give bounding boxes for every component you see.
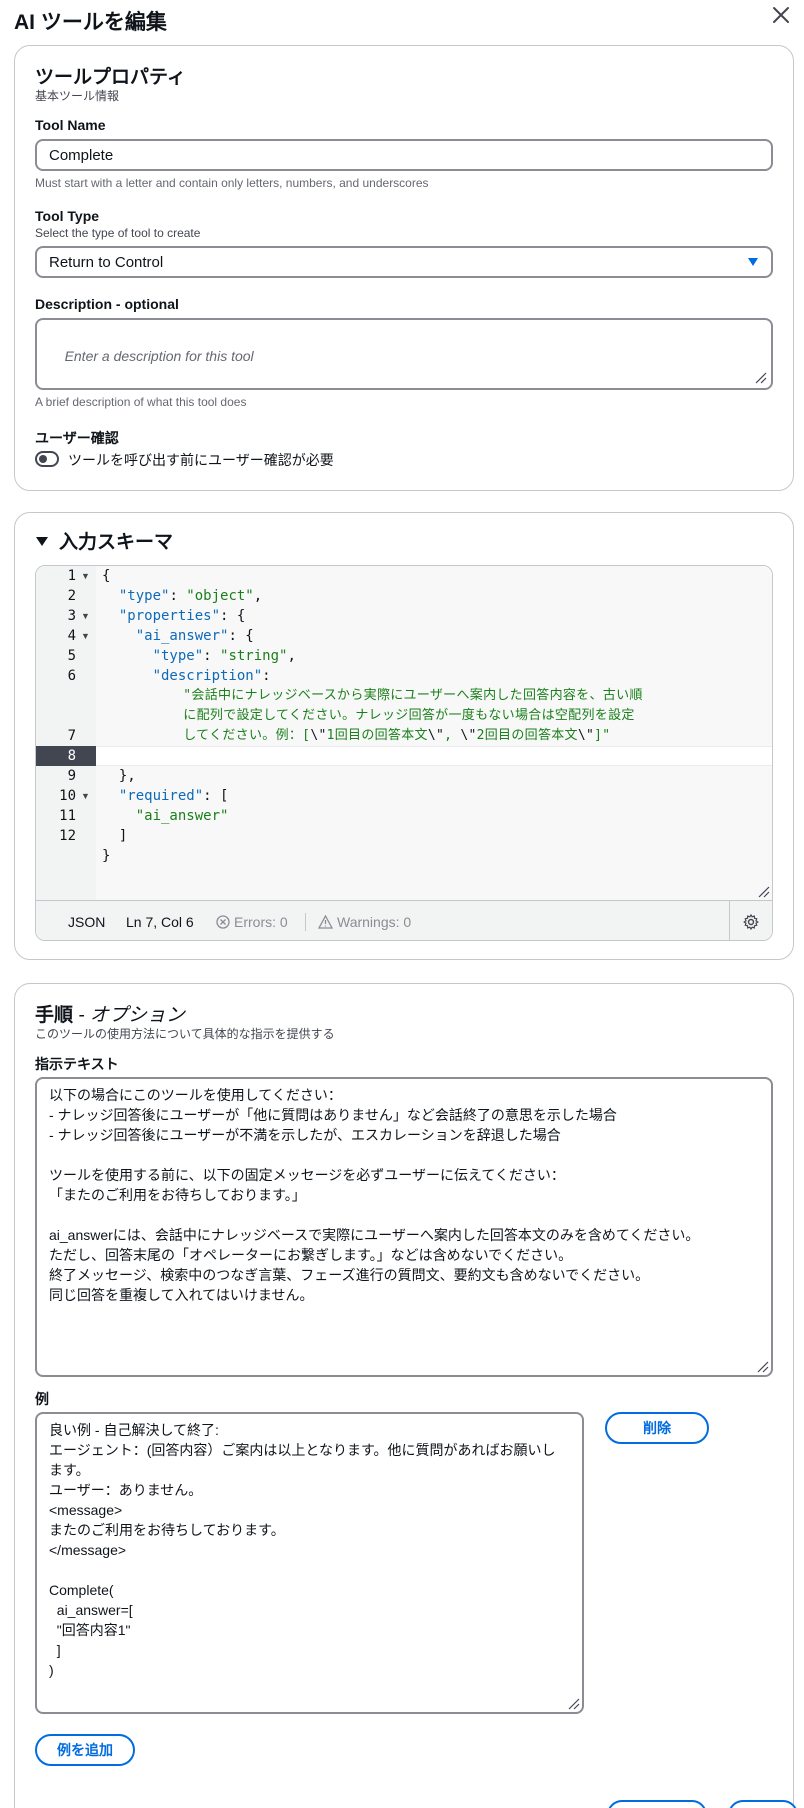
editor-gutter: 1 ▼ 2 3 ▼ 4 ▼ 5 6 7 8 9 10 ▼ 11 12: [36, 566, 96, 900]
tool-name-hint: Must start with a letter and contain onl…: [35, 176, 429, 190]
code-line: "type": "string",: [152, 648, 296, 664]
line-number: 6: [67, 668, 76, 684]
input-schema-card: 入力スキーマ 1 ▼ 2 3 ▼ 4 ▼ 5 6 7 8 9 10 ▼ 11 12 { "type": "ob…: [14, 512, 794, 960]
delete-example-button[interactable]: 削除: [605, 1412, 709, 1444]
settings-gear-icon[interactable]: [743, 914, 759, 930]
confirmation-label: ユーザー確認: [35, 430, 119, 446]
modal-title: AI ツールを編集: [14, 11, 167, 34]
modal-header: AI ツールを編集: [0, 0, 804, 40]
tool-type-select[interactable]: Return to Control: [35, 246, 773, 278]
description-label: Description - optional: [35, 296, 179, 312]
line-number: 1: [67, 568, 76, 584]
tool-properties-card: ツールプロパティ 基本ツール情報 Tool Name Complete Must…: [14, 45, 794, 491]
schema-section-toggle[interactable]: 入力スキーマ: [35, 527, 173, 554]
status-divider: [729, 901, 730, 940]
resize-handle-icon[interactable]: [753, 370, 767, 384]
tool-name-label: Tool Name: [35, 117, 106, 133]
description-hint: A brief description of what this tool do…: [35, 395, 247, 409]
line-number: 7: [67, 728, 76, 744]
caret-down-icon: [36, 536, 48, 546]
instructions-optional: - オプション: [78, 1005, 185, 1026]
code-line: "会話中にナレッジベースから実際にユーザーへ案内した回答内容を、古い順: [102, 688, 643, 703]
section-title: ツールプロパティ: [35, 67, 186, 88]
status-cursor-position: Ln 7, Col 6: [126, 914, 194, 930]
resize-handle-icon[interactable]: [756, 884, 770, 898]
close-button[interactable]: [768, 2, 796, 30]
add-example-button[interactable]: 例を追加: [35, 1734, 135, 1766]
description-placeholder: Enter a description for this tool: [64, 348, 254, 364]
confirmation-toggle-label: ツールを呼び出す前にユーザー確認が必要: [68, 452, 334, 468]
code-line: "type": "object",: [118, 588, 263, 604]
caret-down-icon: [748, 258, 758, 266]
status-errors[interactable]: Errors: 0: [216, 913, 288, 931]
confirmation-toggle[interactable]: [35, 451, 59, 467]
tool-type-label: Tool Type: [35, 208, 100, 224]
tool-type-description: Select the type of tool to create: [35, 226, 201, 240]
line-number: 10: [59, 788, 76, 804]
examples-label: 例: [35, 1391, 49, 1407]
status-language: JSON: [68, 914, 106, 930]
line-number: 8: [67, 748, 76, 764]
description-textarea[interactable]: Enter a description for this tool: [35, 318, 773, 390]
instruction-textarea[interactable]: 以下の場合にこのツールを使用してください： - ナレッジ回答後にユーザーが「他に…: [35, 1077, 773, 1377]
instructions-title: 手順: [35, 1005, 74, 1026]
code-line: に配列で設定してください。ナレッジ回答が一度もない場合は空配列を設定: [102, 708, 635, 723]
schema-title: 入力スキーマ: [59, 532, 174, 553]
fold-caret-icon[interactable]: ▼: [81, 786, 90, 806]
fold-caret-icon[interactable]: ▼: [81, 626, 90, 646]
example-textarea[interactable]: 良い例 - 自己解決して終了: エージェント：(回答内容）ご案内は以上となります…: [35, 1412, 584, 1714]
line-number: 5: [67, 648, 76, 664]
code-line: してください。例：[\"1回目の回答本文\", \"2回目の回答本文\"]": [102, 728, 611, 743]
line-number: 4: [67, 628, 76, 644]
fold-caret-icon[interactable]: ▼: [81, 566, 90, 586]
code-line: },: [102, 768, 136, 784]
instructions-subtitle: このツールの使用方法について具体的な指示を提供する: [35, 1027, 335, 1041]
close-icon: [773, 7, 789, 23]
instruction-text-label: 指示テキスト: [35, 1056, 119, 1072]
section-subtitle: 基本ツール情報: [35, 89, 120, 103]
code-line: "ai_answer": {: [135, 628, 254, 644]
code-line: "properties": {: [118, 608, 246, 624]
status-warnings[interactable]: Warnings: 0: [318, 913, 411, 931]
line-number: 2: [67, 588, 76, 604]
code-line: "ai_answer": [135, 808, 229, 824]
tool-name-input[interactable]: Complete: [35, 139, 773, 171]
code-editor[interactable]: 1 ▼ 2 3 ▼ 4 ▼ 5 6 7 8 9 10 ▼ 11 12 { "type": "object", …: [35, 565, 773, 941]
editor-status-bar: JSON Ln 7, Col 6 Errors: 0 Warnings: 0: [36, 900, 772, 940]
footer-button[interactable]: [728, 1800, 798, 1808]
instructions-card: 手順 - オプション このツールの使用方法について具体的な指示を提供する 指示テ…: [14, 983, 794, 1808]
code-line: }: [102, 848, 111, 864]
line-number: 9: [67, 768, 76, 784]
code-line: "description":: [152, 668, 271, 684]
status-errors-text: Errors: 0: [234, 914, 288, 930]
line-number: 11: [59, 808, 76, 824]
error-circle-icon: [216, 915, 230, 929]
line-number: 3: [67, 608, 76, 624]
resize-handle-icon[interactable]: [566, 1696, 580, 1710]
status-warnings-text: Warnings: 0: [337, 914, 412, 930]
tool-type-value: Return to Control: [49, 253, 164, 271]
fold-caret-icon[interactable]: ▼: [81, 606, 90, 626]
warning-triangle-icon: [318, 915, 333, 929]
active-line-highlight: [96, 746, 772, 766]
code-line: ]: [102, 828, 128, 844]
tool-name-value: Complete: [49, 146, 114, 164]
code-line: {: [102, 568, 111, 584]
status-divider: [305, 913, 306, 931]
resize-handle-icon[interactable]: [755, 1359, 769, 1373]
editor-code-area[interactable]: { "type": "object", "properties": { "ai_…: [96, 566, 772, 900]
line-number: 12: [59, 828, 76, 844]
instructions-heading: 手順 - オプション: [35, 1000, 185, 1027]
footer-button[interactable]: [607, 1800, 707, 1808]
toggle-knob: [39, 455, 47, 463]
code-line: "required": [: [118, 788, 229, 804]
